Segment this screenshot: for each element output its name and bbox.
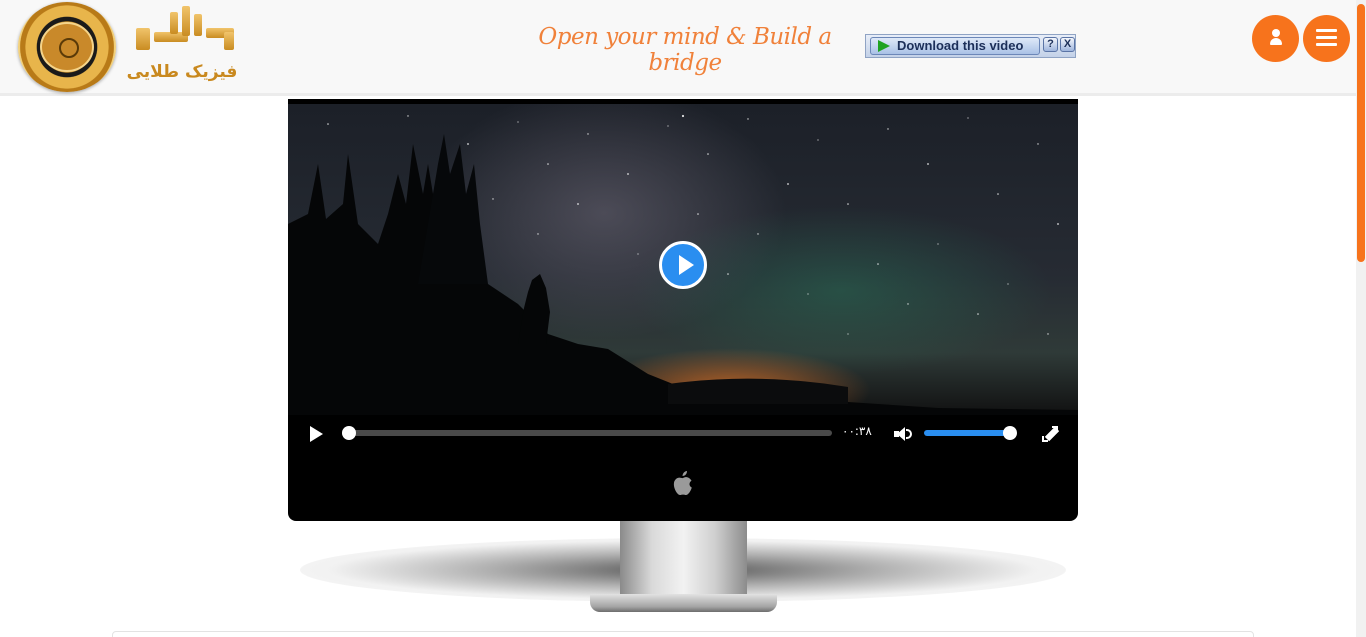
page: فیزیک طلایی Open your mind & Build a bri… (0, 0, 1366, 637)
site-slogan: Open your mind & Build a bridge (538, 24, 832, 76)
video-controls: ۰۰:۳۸ (288, 415, 1078, 455)
big-play-button[interactable] (659, 241, 707, 289)
main-menu-button[interactable] (1303, 15, 1350, 62)
progress-knob[interactable] (342, 426, 356, 440)
download-toolbar: Download this video ? X (865, 34, 1076, 58)
site-logo[interactable]: فیزیک طلایی (124, 2, 240, 90)
user-account-button[interactable] (1252, 15, 1299, 62)
volume-icon[interactable] (894, 426, 914, 442)
video-screen[interactable] (288, 104, 1078, 415)
download-button-label: Download this video (897, 38, 1024, 53)
volume-knob[interactable] (1002, 426, 1017, 440)
play-icon[interactable] (310, 426, 323, 442)
logo-medal-icon[interactable] (18, 2, 116, 92)
download-video-button[interactable]: Download this video (870, 37, 1040, 55)
site-header: فیزیک طلایی Open your mind & Build a bri… (0, 0, 1356, 96)
scrollbar-thumb[interactable] (1357, 4, 1365, 262)
monitor-frame: ۰۰:۳۸ (288, 99, 1078, 521)
time-display: ۰۰:۳۸ (842, 424, 872, 438)
help-button[interactable]: ? (1043, 37, 1058, 52)
close-button[interactable]: X (1060, 37, 1075, 52)
user-icon (1270, 29, 1282, 47)
fullscreen-icon[interactable] (1042, 426, 1060, 442)
monitor-stand-neck (620, 521, 747, 599)
monitor-stand-base (590, 594, 777, 612)
logo-wordmark: فیزیک طلایی (126, 62, 238, 82)
hamburger-menu-icon (1316, 29, 1337, 47)
medal-emblem (40, 22, 94, 72)
progress-bar[interactable] (344, 430, 832, 436)
page-scrollbar[interactable] (1356, 0, 1366, 637)
apple-logo-icon (673, 471, 692, 495)
play-arrow-icon (878, 40, 890, 52)
content-card (112, 631, 1254, 637)
